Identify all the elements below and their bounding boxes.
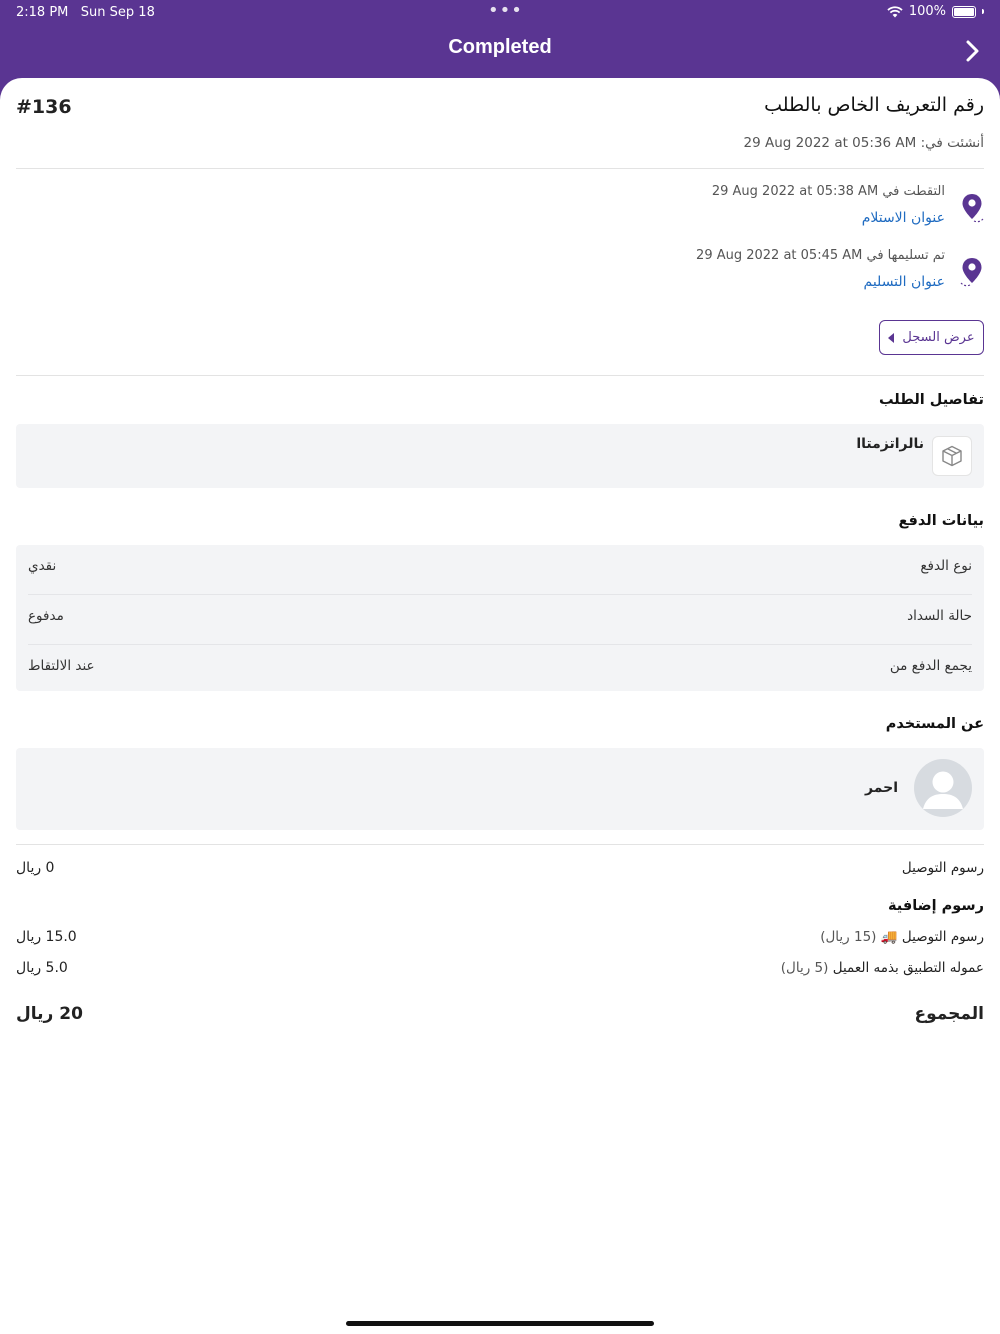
- extra-fee-value: 15.0 ريال: [16, 929, 77, 945]
- payment-status-label: حالة السداد: [907, 608, 972, 624]
- payment-title: بيانات الدفع: [898, 513, 984, 529]
- page-title: Completed: [448, 36, 552, 58]
- payment-row: نوع الدفع نقدي: [16, 545, 984, 595]
- delivery-fee-label: رسوم التوصيل: [901, 860, 984, 876]
- view-history-label: عرض السجل: [902, 330, 975, 345]
- payment-row: يجمع الدفع من عند الالتقاط: [16, 645, 984, 695]
- view-history-button[interactable]: عرض السجل: [879, 320, 984, 355]
- dropoff-stop: 29 Aug 2022 at 05:45 AM تم تسليمها في عن…: [484, 248, 984, 308]
- extra-fee-label: رسوم التوصيل 🚚 (15 ريال): [820, 929, 984, 945]
- payment-row: حالة السداد مدفوع: [16, 595, 984, 645]
- divider: [16, 844, 984, 845]
- payment-card: نوع الدفع نقدي حالة السداد مدفوع يجمع ال…: [16, 545, 984, 691]
- chevron-right-icon[interactable]: [960, 38, 984, 64]
- pickup-stop: 29 Aug 2022 at 05:38 AM التقطت في عنوان …: [484, 184, 984, 244]
- status-right: 100%: [887, 4, 984, 19]
- package-box-icon: [932, 436, 972, 476]
- user-name: احمر: [865, 780, 898, 796]
- location-pin-icon: [962, 194, 984, 223]
- order-id: #136: [16, 96, 72, 118]
- divider: [16, 375, 984, 376]
- divider: [16, 168, 984, 169]
- location-pin-icon: [960, 258, 982, 287]
- payment-collect-label: يجمع الدفع من: [889, 658, 972, 674]
- payment-status-value: مدفوع: [28, 608, 64, 624]
- created-at: 29 Aug 2022 at 05:36 AM أنشئت في:: [743, 135, 984, 151]
- wifi-icon: [887, 5, 903, 17]
- payment-type-value: نقدي: [28, 558, 57, 574]
- extra-fee-row: عموله التطبيق بذمه العميل (5 ريال) 5.0 ر…: [16, 960, 984, 984]
- delivery-fee-value: 0 ريال: [16, 860, 55, 876]
- total-label: المجموع: [914, 1004, 984, 1024]
- order-id-label: رقم التعريف الخاص بالطلب: [764, 94, 984, 116]
- multitasking-dots[interactable]: •••: [488, 0, 523, 21]
- package-card: نالراتزمتاا: [16, 424, 984, 488]
- user-card: احمر: [16, 748, 984, 830]
- payment-collect-value: عند الالتقاط: [28, 658, 95, 674]
- battery-icon: [952, 5, 976, 18]
- pickup-address-link[interactable]: عنوان الاستلام: [862, 210, 945, 226]
- status-bar: 2:18 PM Sun Sep 18 ••• 100%: [0, 0, 1000, 26]
- order-sheet: رقم التعريف الخاص بالطلب #136 29 Aug 202…: [0, 78, 1000, 1334]
- battery-percent: 100%: [908, 4, 946, 19]
- extra-fees-title: رسوم إضافية: [887, 898, 984, 914]
- dropoff-time: 29 Aug 2022 at 05:45 AM تم تسليمها في: [696, 248, 945, 263]
- delivery-fee-row: رسوم التوصيل 0 ريال: [16, 860, 984, 884]
- dropoff-address-link[interactable]: عنوان التسليم: [864, 274, 945, 290]
- order-details-title: تفاصيل الطلب: [878, 392, 984, 408]
- total-value: 20 ريال: [16, 1004, 83, 1024]
- extra-fee-value: 5.0 ريال: [16, 960, 68, 976]
- avatar-placeholder-icon: [914, 759, 972, 817]
- payment-type-label: نوع الدفع: [920, 558, 972, 574]
- extra-fee-label: عموله التطبيق بذمه العميل (5 ريال): [780, 960, 984, 976]
- home-indicator[interactable]: [346, 1321, 654, 1326]
- user-title: عن المستخدم: [885, 716, 984, 732]
- caret-left-icon: [888, 332, 895, 343]
- total-row: المجموع 20 ريال: [16, 1004, 984, 1032]
- pickup-time: 29 Aug 2022 at 05:38 AM التقطت في: [711, 184, 945, 199]
- extra-fee-row: رسوم التوصيل 🚚 (15 ريال) 15.0 ريال: [16, 929, 984, 953]
- package-name: نالراتزمتاا: [856, 436, 924, 452]
- truck-icon: 🚚: [880, 929, 898, 945]
- status-time: 2:18 PM Sun Sep 18: [16, 5, 155, 20]
